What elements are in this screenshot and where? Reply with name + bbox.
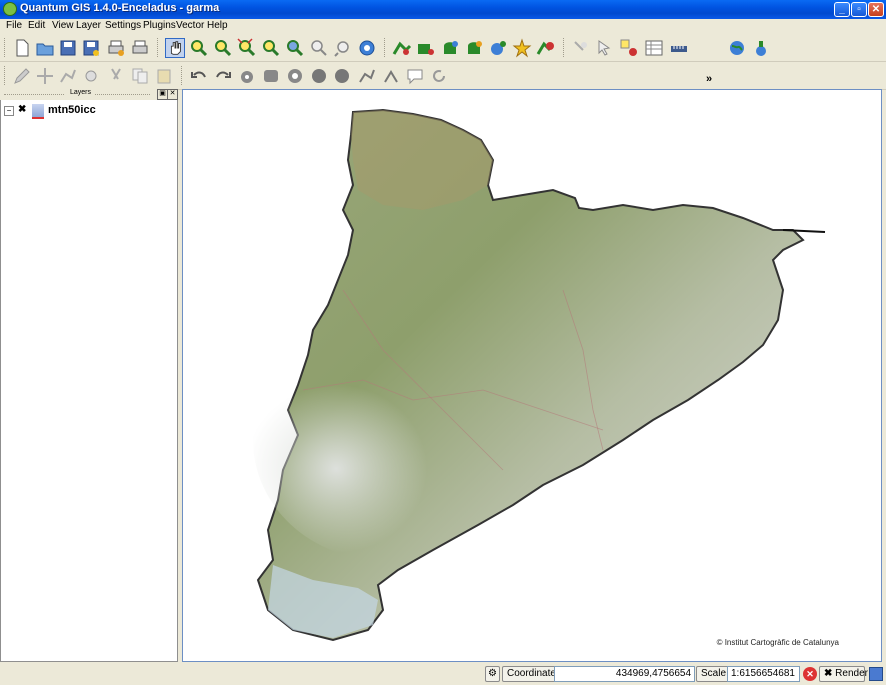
zoom-out-icon[interactable]	[213, 38, 233, 58]
delete-ring-icon[interactable]	[285, 66, 305, 86]
delete-selected-icon[interactable]	[81, 66, 101, 86]
map-canvas[interactable]: © Institut Cartogràfic de Catalunya	[182, 89, 882, 662]
save-as-icon[interactable]	[81, 38, 101, 58]
menu-view[interactable]: View	[52, 20, 74, 31]
expand-toggle[interactable]: −	[4, 106, 14, 116]
delete-part-icon[interactable]	[309, 66, 329, 86]
toggle-editing-icon[interactable]	[12, 66, 32, 86]
qgis-logo-icon	[3, 2, 17, 16]
close-button[interactable]: ✕	[868, 2, 884, 17]
toolbar-grip[interactable]	[157, 38, 161, 57]
refresh-icon[interactable]	[357, 38, 377, 58]
layer-visibility-checkbox[interactable]: ✖	[18, 105, 28, 115]
status-bar: ⚙ Coordinate: 434969,4756654 Scale 1:615…	[0, 664, 886, 685]
measure-icon[interactable]	[669, 38, 689, 58]
layers-panel-header: Layers ▣ ✕	[0, 89, 178, 100]
node-tool-icon[interactable]	[58, 66, 78, 86]
menu-help[interactable]: Help	[207, 20, 228, 31]
copy-features-icon[interactable]	[130, 66, 150, 86]
toolbar-grip[interactable]	[181, 66, 185, 85]
add-ring-icon[interactable]	[237, 66, 257, 86]
add-postgis-layer-icon[interactable]	[440, 38, 460, 58]
window-title: Quantum GIS 1.4.0-Enceladus - garma	[20, 2, 220, 14]
close-panel-button[interactable]: ✕	[167, 89, 178, 100]
render-checkbox[interactable]: ✖ Render	[819, 666, 868, 682]
pan-icon[interactable]	[165, 38, 185, 58]
minimize-button[interactable]: _	[834, 2, 850, 17]
cut-features-icon[interactable]	[106, 66, 126, 86]
new-project-icon[interactable]	[12, 38, 32, 58]
file-navigation-toolbar: »	[0, 34, 886, 85]
annotation-icon[interactable]	[405, 66, 425, 86]
add-part-icon[interactable]	[261, 66, 281, 86]
zoom-layer-icon[interactable]	[285, 38, 305, 58]
menu-plugins[interactable]: Plugins	[143, 20, 176, 31]
menu-settings[interactable]: Settings	[105, 20, 141, 31]
zoom-in-icon[interactable]	[189, 38, 209, 58]
toolbar-grip[interactable]	[563, 38, 567, 57]
remove-layer-icon[interactable]	[536, 38, 556, 58]
menu-file[interactable]: File	[6, 20, 22, 31]
menu-vector[interactable]: Vector	[176, 20, 204, 31]
add-spatialite-layer-icon[interactable]	[464, 38, 484, 58]
add-vector-layer-icon[interactable]	[392, 38, 412, 58]
menu-bar: File Edit View Layer Settings Plugins Ve…	[0, 19, 886, 34]
title-bar: Quantum GIS 1.4.0-Enceladus - garma _ ▫ …	[0, 0, 886, 19]
map-copyright: © Institut Cartogràfic de Catalunya	[716, 638, 839, 647]
toolbar-grip[interactable]	[4, 38, 8, 57]
add-raster-layer-icon[interactable]	[416, 38, 436, 58]
reshape-icon[interactable]	[333, 66, 353, 86]
attribute-table-icon[interactable]	[644, 38, 664, 58]
deselect-icon[interactable]	[619, 38, 639, 58]
projection-status-icon[interactable]	[869, 667, 883, 681]
print-composer-icon[interactable]	[106, 38, 126, 58]
layers-panel	[0, 89, 178, 662]
move-feature-icon[interactable]	[35, 66, 55, 86]
georeferencer-icon[interactable]	[727, 38, 747, 58]
open-project-icon[interactable]	[35, 38, 55, 58]
layers-panel-title: Layers	[70, 89, 92, 96]
catalonia-map	[253, 108, 826, 642]
identify-icon[interactable]	[571, 38, 591, 58]
redo-icon[interactable]	[213, 66, 233, 86]
layer-item[interactable]: − ✖ mtn50icc	[2, 104, 174, 119]
rotate-icon[interactable]	[429, 66, 449, 86]
menu-edit[interactable]: Edit	[28, 20, 45, 31]
new-vector-layer-icon[interactable]	[512, 38, 532, 58]
add-wms-layer-icon[interactable]	[488, 38, 508, 58]
zoom-next-icon[interactable]	[333, 38, 353, 58]
python-icon[interactable]	[751, 38, 771, 58]
undo-icon[interactable]	[189, 66, 209, 86]
toolbar-grip[interactable]	[384, 38, 388, 57]
toggle-coordinates-icon[interactable]: ⚙	[485, 666, 500, 682]
digitizing-toolbar	[0, 62, 886, 90]
scale-field[interactable]: 1:6156654681	[727, 666, 800, 682]
raster-layer-icon	[32, 104, 44, 119]
zoom-selection-icon[interactable]	[261, 38, 281, 58]
maximize-button[interactable]: ▫	[851, 2, 867, 17]
save-project-icon[interactable]	[58, 38, 78, 58]
toolbar-grip[interactable]	[4, 66, 8, 85]
stop-render-icon[interactable]: ✕	[803, 667, 817, 681]
scale-label: Scale	[696, 666, 732, 682]
select-icon[interactable]	[595, 38, 615, 58]
print-icon[interactable]	[130, 38, 150, 58]
zoom-full-icon[interactable]	[237, 38, 257, 58]
split-icon[interactable]	[357, 66, 377, 86]
menu-layer[interactable]: Layer	[76, 20, 101, 31]
paste-features-icon[interactable]	[154, 66, 174, 86]
zoom-last-icon[interactable]	[309, 38, 329, 58]
coordinate-field[interactable]: 434969,4756654	[554, 666, 695, 682]
render-check-icon: ✖	[824, 668, 833, 679]
render-label: Render	[835, 668, 868, 679]
layer-name: mtn50icc	[48, 104, 96, 116]
merge-icon[interactable]	[381, 66, 401, 86]
